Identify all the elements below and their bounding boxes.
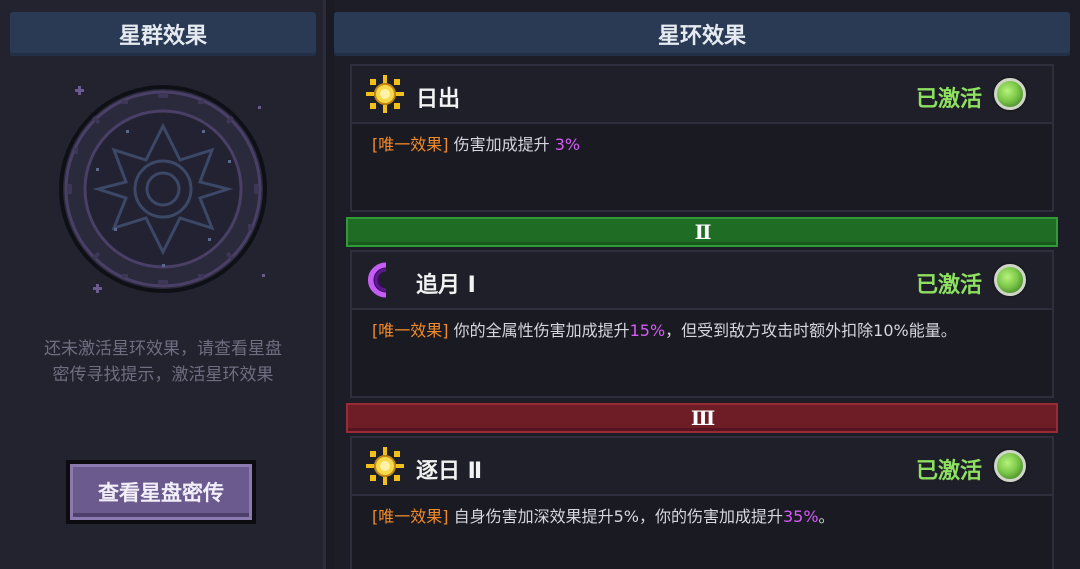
effect-value: 35% [782, 507, 819, 526]
unique-effect-tag: [唯一效果] [372, 507, 449, 526]
crescent-moon-icon [368, 262, 404, 298]
star-disc-icon [59, 85, 267, 293]
sun-icon [366, 75, 404, 113]
view-button-label: 查看星盘密传 [70, 464, 252, 520]
effect-value: 15% [629, 321, 666, 340]
star-ring-panel-title: 星环效果 [334, 12, 1070, 56]
effect-status: 已激活 [915, 459, 982, 484]
effect-card-chasing-sun: 逐日 Ⅱ 已激活 [唯一效果] 自身伤害加深效果提升5%，你的伤害加成提升35%… [350, 436, 1054, 569]
active-indicator-icon [994, 78, 1026, 110]
effect-card-chasing-moon: 追月 Ⅰ 已激活 [唯一效果] 你的全属性伤害加成提升15%，但受到敌方攻击时额… [350, 250, 1054, 398]
effect-description: [唯一效果] 你的全属性伤害加成提升15%，但受到敌方攻击时额外扣除10%能量。 [352, 310, 1052, 353]
effect-text: 伤害加成提升 [448, 135, 555, 154]
tier-label: Ⅱ [694, 220, 712, 244]
view-star-disc-secrets-button[interactable]: 查看星盘密传 [66, 460, 256, 524]
constellation-panel: 星群效果 还未激活星环效果，请查看星盘 密传寻找提示，激活星环效果 查看星盘密传 [0, 0, 326, 569]
tier-label: Ⅲ [690, 406, 715, 430]
effect-name: 逐日 Ⅱ [416, 459, 483, 484]
effect-text-tail: ，但受到敌方攻击时额外扣除10%能量。 [665, 321, 957, 340]
effect-status: 已激活 [915, 273, 982, 298]
effect-card-sunrise: 日出 已激活 [唯一效果] 伤害加成提升 3% [350, 64, 1054, 212]
star-ring-screen: 星群效果 还未激活星环效果，请查看星盘 密传寻找提示，激活星环效果 查看星盘密传… [0, 0, 1080, 569]
effect-text: 自身伤害加深效果提升5%，你的伤害加成提升 [448, 507, 783, 526]
effect-text-tail: 。 [818, 507, 835, 526]
unique-effect-tag: [唯一效果] [372, 135, 449, 154]
effect-name: 日出 [416, 87, 461, 112]
effect-description: [唯一效果] 自身伤害加深效果提升5%，你的伤害加成提升35%。 [352, 496, 1052, 539]
effect-text: 你的全属性伤害加成提升 [448, 321, 630, 340]
inactive-hint-text: 还未激活星环效果，请查看星盘 密传寻找提示，激活星环效果 [10, 336, 316, 388]
star-ring-panel: 星环效果 日出 已激活 [唯一效果] 伤害加成提升 3% Ⅱ 追月 Ⅰ 已激活 … [334, 0, 1080, 569]
constellation-panel-title: 星群效果 [10, 12, 316, 56]
sun-icon [366, 447, 404, 485]
effect-header: 日出 已激活 [352, 66, 1052, 124]
effect-name: 追月 Ⅰ [416, 273, 476, 298]
effect-header: 追月 Ⅰ 已激活 [352, 252, 1052, 310]
active-indicator-icon [994, 450, 1026, 482]
active-indicator-icon [994, 264, 1026, 296]
tier-2-divider: Ⅱ [346, 217, 1058, 247]
tier-3-divider: Ⅲ [346, 403, 1058, 433]
effect-description: [唯一效果] 伤害加成提升 3% [352, 124, 1052, 167]
hint-line: 还未激活星环效果，请查看星盘 [44, 339, 282, 359]
effect-status: 已激活 [915, 87, 982, 112]
unique-effect-tag: [唯一效果] [372, 321, 449, 340]
hint-line: 密传寻找提示，激活星环效果 [52, 365, 274, 385]
effect-value: 3% [554, 135, 581, 154]
effect-header: 逐日 Ⅱ 已激活 [352, 438, 1052, 496]
